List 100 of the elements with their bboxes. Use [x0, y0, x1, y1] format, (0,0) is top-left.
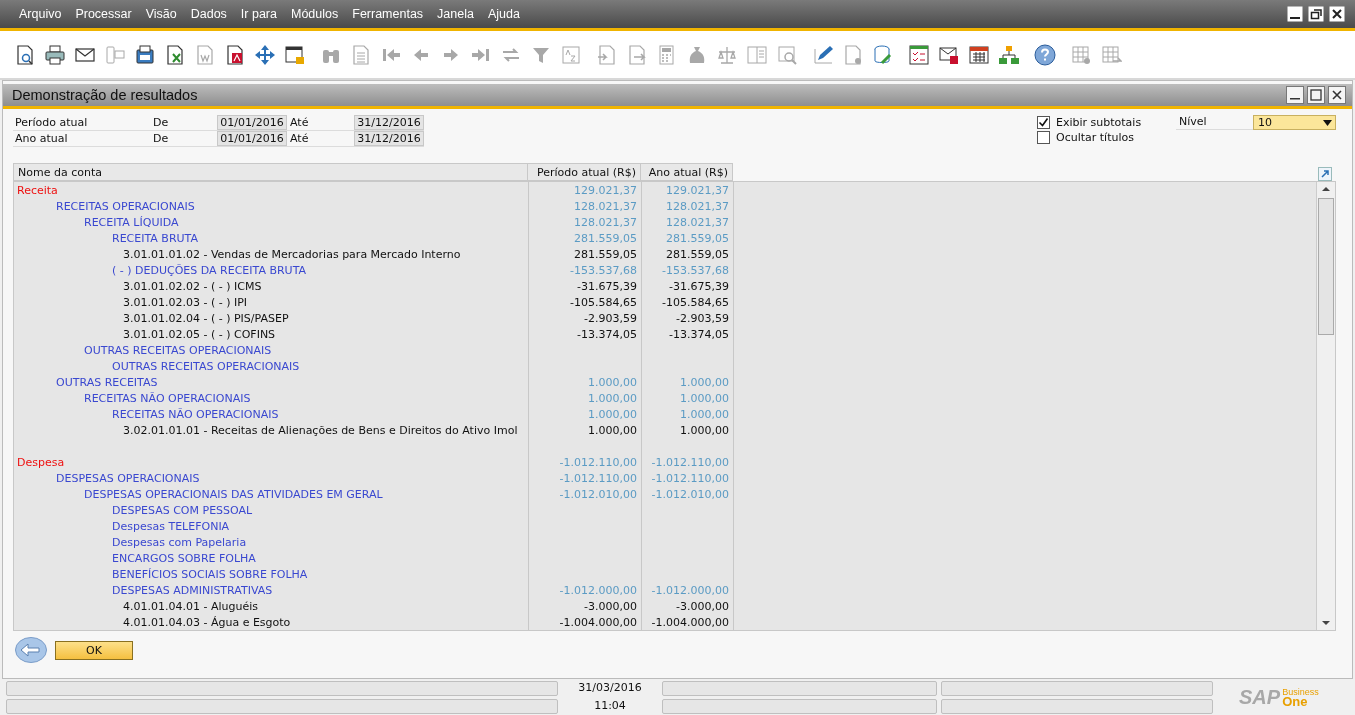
account-name[interactable]: 3.01.01.02.03 - ( - ) IPI — [14, 295, 529, 309]
caret-icon — [1323, 119, 1332, 126]
close-icon[interactable] — [1329, 6, 1345, 22]
account-title[interactable]: RECEITA LÍQUIDA — [14, 215, 529, 229]
amount-cell-text: 1.000,00 — [679, 407, 730, 421]
hierarchy-icon[interactable] — [998, 43, 1020, 66]
amount-cell-text: 1.000,00 — [587, 375, 638, 389]
account-title[interactable]: ( - ) DEDUÇÕES DA RECEITA BRUTA — [14, 263, 529, 277]
amount-cell-text: -1.012.110,00 — [558, 471, 638, 485]
menu-item[interactable]: Ferramentas — [345, 7, 431, 21]
field-label: Até — [289, 116, 310, 129]
scrollbar-thumb[interactable] — [1318, 198, 1334, 335]
amount-cell-text: -1.012.000,00 — [558, 583, 638, 597]
account-title[interactable]: DESPESAS OPERACIONAIS — [14, 471, 529, 485]
account-title[interactable]: OUTRAS RECEITAS OPERACIONAIS — [14, 343, 529, 357]
amount-cell-text: -1.004.000,00 — [558, 615, 638, 629]
account-name[interactable]: 4.01.01.04.01 - Aluguéis — [14, 599, 529, 613]
minimize-icon[interactable] — [1287, 6, 1303, 22]
close-icon[interactable] — [1328, 86, 1346, 104]
date-field[interactable]: 01/01/2016 — [217, 131, 287, 146]
amount-cell-text: -1.004.000,00 — [650, 615, 730, 629]
magnifier-document-icon[interactable] — [14, 43, 36, 66]
menu-item[interactable]: Ir para — [233, 7, 284, 21]
amount-cell-text: 1.000,00 — [587, 407, 638, 421]
checkbox[interactable] — [1037, 116, 1050, 129]
date-field[interactable]: 01/01/2016 — [217, 115, 287, 130]
level-dropdown[interactable]: 10 — [1253, 115, 1336, 130]
menu-item[interactable]: Dados — [183, 7, 234, 21]
amount-cell-text: 129.021,37 — [665, 183, 730, 197]
account-title[interactable]: DESPESAS COM PESSOAL — [14, 503, 529, 517]
checkbox[interactable] — [1037, 131, 1050, 144]
amount-cell-text: 128.021,37 — [665, 215, 730, 229]
checklist-icon[interactable] — [908, 43, 930, 66]
logo-text: One — [1282, 697, 1308, 707]
checkbox-label: Exibir subtotais — [1056, 116, 1142, 129]
four-arrows-icon[interactable] — [254, 43, 276, 66]
menu-item[interactable]: Janela — [430, 7, 481, 21]
expand-icon[interactable] — [1318, 167, 1332, 181]
date-field[interactable]: 31/12/2016 — [354, 115, 424, 130]
logo-text: Business — [1282, 687, 1319, 697]
help-icon[interactable] — [1034, 43, 1056, 66]
restore-icon[interactable] — [1308, 6, 1324, 22]
account-name[interactable]: 3.02.01.01.01 - Receitas de Alienações de Bens e Direitos do Ativo Imol — [14, 423, 529, 437]
field-label: Até — [289, 132, 310, 145]
account-title[interactable]: Receita — [14, 183, 529, 197]
account-title[interactable]: RECEITAS NÃO OPERACIONAIS — [14, 391, 529, 405]
fax-icon[interactable] — [134, 43, 156, 66]
account-title[interactable]: Despesa — [14, 455, 529, 469]
amount-cell-text: -1.012.010,00 — [558, 487, 638, 501]
amount-cell-text: -1.012.010,00 — [650, 487, 730, 501]
field-label: De — [153, 132, 170, 145]
amount-cell-text: -105.584,65 — [569, 295, 638, 309]
account-title[interactable]: BENEFÍCIOS SOCIAIS SOBRE FOLHA — [14, 567, 529, 581]
spreadsheet-icon[interactable] — [164, 43, 186, 66]
column-header[interactable]: Período atual (R$) — [528, 163, 641, 181]
amount-cell-text: -31.675,39 — [668, 279, 730, 293]
menu-item[interactable]: Visão — [138, 7, 184, 21]
account-title[interactable]: RECEITAS OPERACIONAIS — [14, 199, 529, 213]
amount-cell-text: -105.584,65 — [661, 295, 730, 309]
account-title[interactable]: RECEITA BRUTA — [14, 231, 529, 245]
account-name[interactable]: 3.01.01.02.02 - ( - ) ICMS — [14, 279, 529, 293]
pencil-icon[interactable] — [812, 43, 834, 66]
status-text: 31/03/2016 — [577, 680, 643, 694]
account-title[interactable]: Despesas TELEFONIA — [14, 519, 529, 533]
amount-cell-text: -3.000,00 — [583, 599, 638, 613]
account-name[interactable]: 3.01.01.01.02 - Vendas de Mercadorias para Mercado Interno — [14, 247, 529, 261]
pdf-document-icon[interactable] — [224, 43, 246, 66]
minimize-icon[interactable] — [1286, 86, 1304, 104]
account-name[interactable]: 3.01.01.02.04 - ( - ) PIS/PASEP — [14, 311, 529, 325]
amount-cell-text: 128.021,37 — [665, 199, 730, 213]
account-title[interactable]: Despesas com Papelaria — [14, 535, 529, 549]
account-title[interactable]: RECEITAS NÃO OPERACIONAIS — [14, 407, 529, 421]
vertical-scrollbar[interactable] — [1316, 182, 1335, 630]
amount-cell-text: 1.000,00 — [587, 391, 638, 405]
maximize-icon[interactable] — [1307, 86, 1325, 104]
printer-icon[interactable] — [44, 43, 66, 66]
menu-item[interactable]: Módulos — [284, 7, 346, 21]
column-header[interactable]: Nome da conta — [13, 163, 528, 181]
logo-text: SAP — [1239, 685, 1281, 709]
calendar-icon[interactable] — [968, 43, 990, 66]
menu-item[interactable]: Arquivo — [12, 7, 69, 21]
ok-button[interactable]: OK — [55, 640, 133, 660]
account-title[interactable]: DESPESAS OPERACIONAIS DAS ATIVIDADES EM GERAL — [14, 487, 529, 501]
account-name[interactable]: 3.01.01.02.05 - ( - ) COFINS — [14, 327, 529, 341]
amount-cell-text: -2.903,59 — [675, 311, 730, 325]
amount-cell-text: 129.021,37 — [573, 183, 638, 197]
amount-cell-text: 281.559,05 — [665, 247, 730, 261]
account-title[interactable]: ENCARGOS SOBRE FOLHA — [14, 551, 529, 565]
account-title[interactable]: DESPESAS ADMINISTRATIVAS — [14, 583, 529, 597]
account-name[interactable]: 4.01.01.04.03 - Água e Esgoto — [14, 615, 529, 629]
account-title[interactable]: OUTRAS RECEITAS OPERACIONAIS — [14, 359, 529, 373]
amount-cell-text: 1.000,00 — [679, 375, 730, 389]
menu-item[interactable]: Ajuda — [480, 7, 527, 21]
field-label: Ano atual — [14, 132, 69, 145]
account-title[interactable]: OUTRAS RECEITAS — [14, 375, 529, 389]
menu-item[interactable]: Processar — [68, 7, 139, 21]
window-lock-icon[interactable] — [284, 43, 306, 66]
column-header[interactable]: Ano atual (R$) — [641, 163, 733, 181]
date-field[interactable]: 31/12/2016 — [354, 131, 424, 146]
amount-cell-text: -3.000,00 — [675, 599, 730, 613]
